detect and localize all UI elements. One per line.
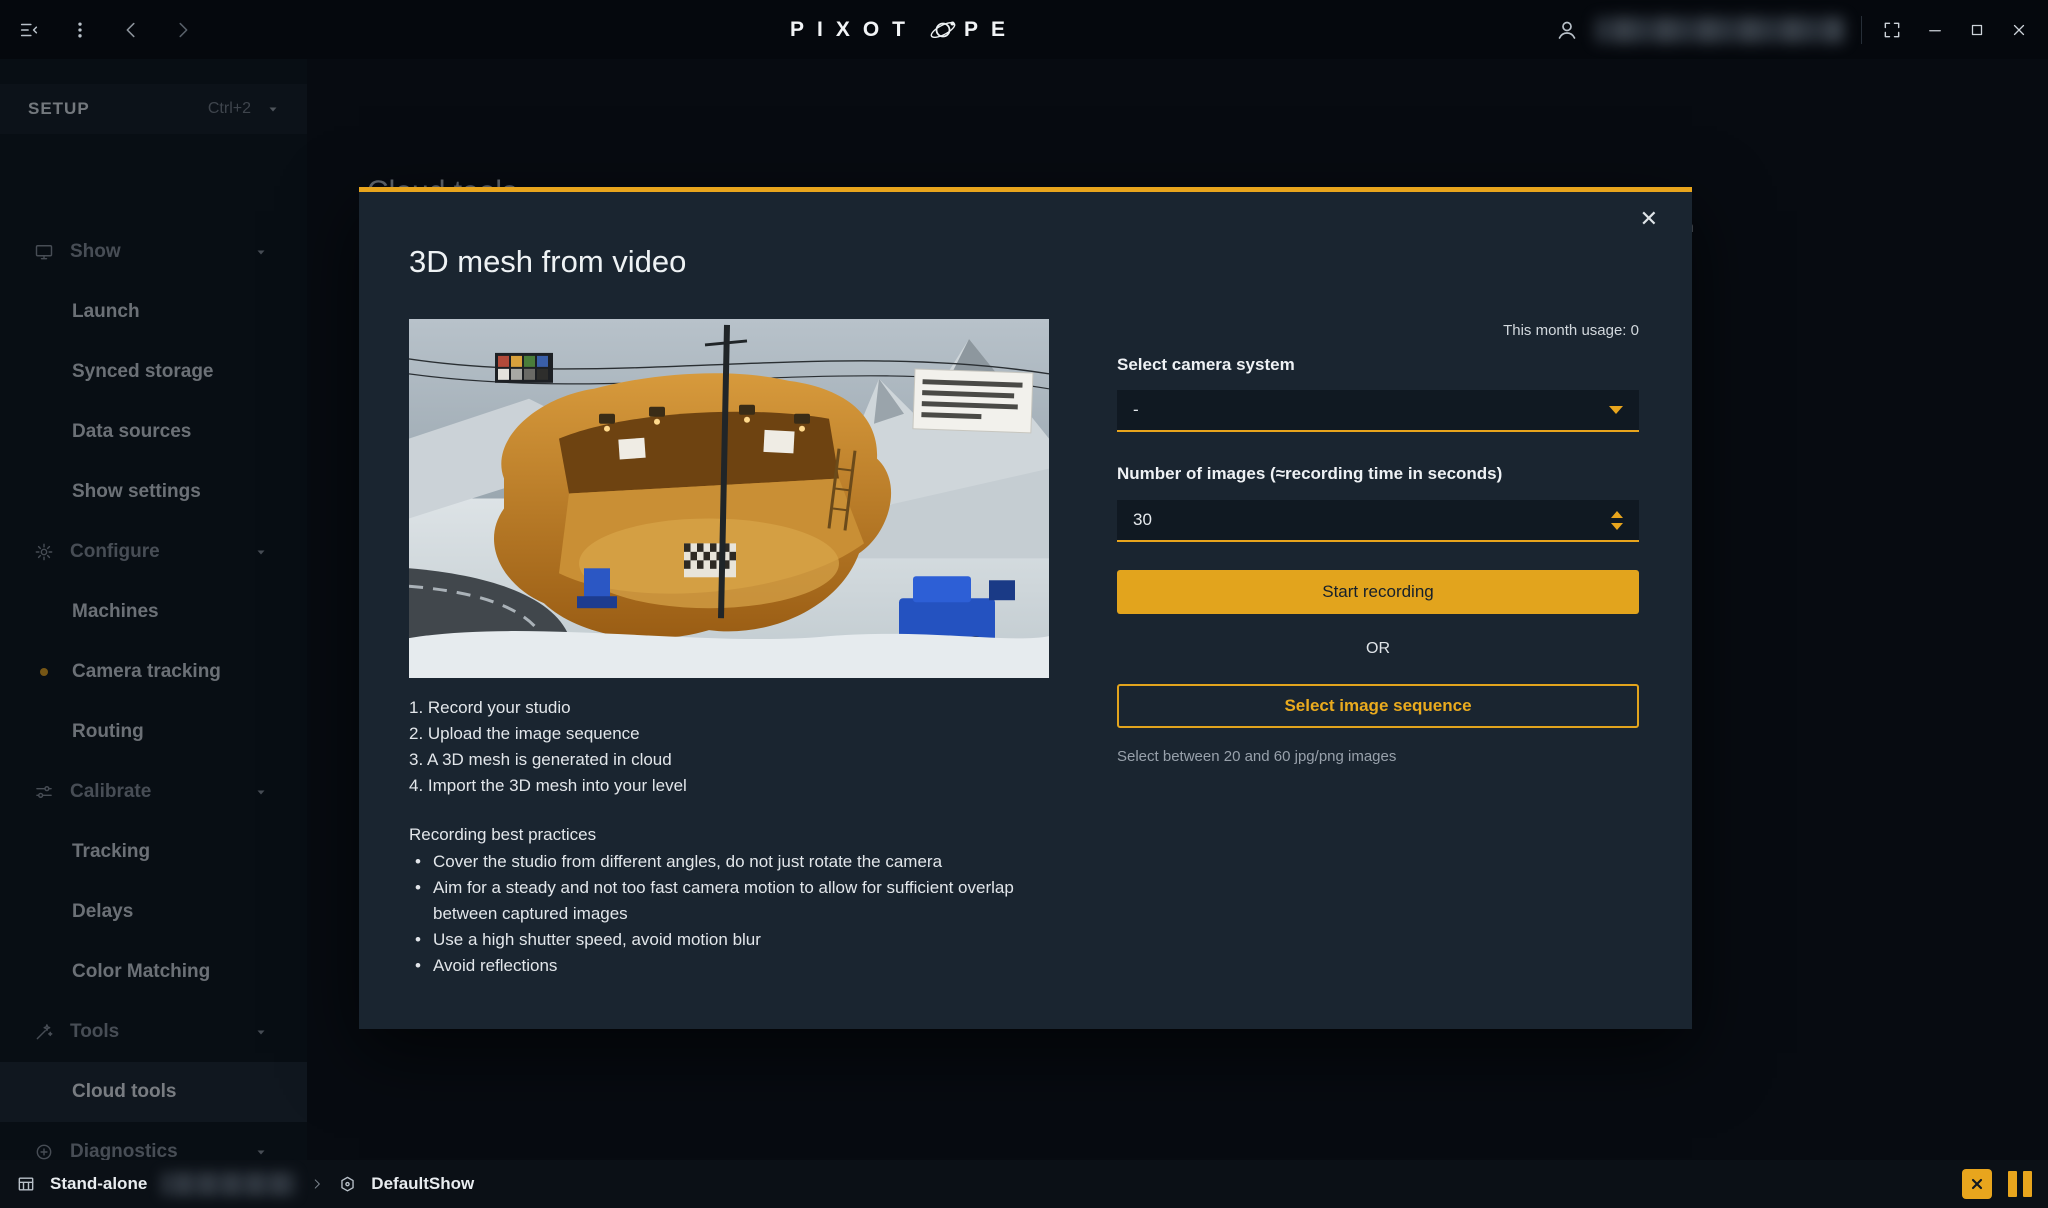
- or-separator: OR: [1117, 640, 1639, 658]
- studio-scan-image: [409, 319, 1049, 678]
- best-practices-list: Cover the studio from different angles, …: [409, 849, 1059, 979]
- kebab-menu-icon[interactable]: [70, 20, 90, 40]
- pixotope-window: PIXOT PE: [0, 0, 2048, 1208]
- camera-system-label: Select camera system: [1117, 355, 1295, 375]
- user-account-icon[interactable]: [1555, 18, 1579, 42]
- num-images-label: Number of images (≈recording time in sec…: [1117, 464, 1502, 484]
- statusbar: Stand-alone DefaultShow: [0, 1160, 2048, 1208]
- modal-right-column: This month usage: 0 Select camera system…: [1117, 192, 1639, 1029]
- step-item: 2. Upload the image sequence: [409, 721, 687, 747]
- stop-output-button[interactable]: [1962, 1169, 1992, 1199]
- best-practice-item: Cover the studio from different angles, …: [409, 849, 1059, 875]
- blurred-session-name: [161, 1172, 296, 1196]
- stepper-up-icon[interactable]: [1611, 511, 1623, 518]
- atom-icon: [928, 15, 958, 45]
- start-recording-button[interactable]: Start recording: [1117, 570, 1639, 614]
- num-images-field: [1117, 500, 1639, 542]
- close-icon[interactable]: ✕: [1640, 208, 1658, 230]
- collapse-sidebar-icon[interactable]: [18, 19, 40, 41]
- usage-label: This month usage: 0: [1117, 322, 1639, 339]
- titlebar-divider: [1861, 16, 1862, 44]
- logo-text-left: PIXOT: [790, 18, 918, 42]
- maximize-icon[interactable]: [1964, 17, 1990, 43]
- logo-text-right: PE: [964, 18, 1018, 42]
- best-practice-item: Avoid reflections: [409, 953, 1059, 979]
- fullscreen-icon[interactable]: [1878, 16, 1906, 44]
- number-stepper[interactable]: [1607, 507, 1627, 534]
- camera-system-select[interactable]: -: [1117, 390, 1639, 432]
- back-arrow-icon[interactable]: [120, 19, 142, 41]
- 3d-mesh-modal: ✕ 3D mesh from video: [359, 187, 1692, 1029]
- step-item: 1. Record your studio: [409, 695, 687, 721]
- mode-label: Stand-alone: [50, 1174, 147, 1194]
- camera-system-value: -: [1133, 400, 1139, 420]
- workflow-steps: 1. Record your studio 2. Upload the imag…: [409, 695, 687, 799]
- titlebar: PIXOT PE: [0, 0, 2048, 59]
- blurred-username: [1595, 17, 1845, 43]
- chevron-down-icon: [1609, 406, 1623, 414]
- grid-icon[interactable]: [16, 1174, 36, 1194]
- current-show-label[interactable]: DefaultShow: [371, 1174, 474, 1194]
- pause-button[interactable]: [2008, 1171, 2032, 1197]
- chevron-right-icon: [310, 1177, 324, 1191]
- best-practices-title: Recording best practices: [409, 822, 596, 848]
- close-window-icon[interactable]: [2006, 17, 2032, 43]
- modal-title: 3D mesh from video: [409, 244, 686, 280]
- step-item: 3. A 3D mesh is generated in cloud: [409, 747, 687, 773]
- stepper-down-icon[interactable]: [1611, 523, 1623, 530]
- pixotope-logo: PIXOT PE: [790, 0, 1018, 59]
- best-practice-item: Aim for a steady and not too fast camera…: [409, 875, 1059, 927]
- show-hexagon-icon: [338, 1175, 357, 1194]
- minimize-icon[interactable]: [1922, 17, 1948, 43]
- best-practice-item: Use a high shutter speed, avoid motion b…: [409, 927, 1059, 953]
- step-item: 4. Import the 3D mesh into your level: [409, 773, 687, 799]
- num-images-input[interactable]: [1133, 510, 1607, 530]
- select-sequence-hint: Select between 20 and 60 jpg/png images: [1117, 748, 1396, 765]
- forward-arrow-icon[interactable]: [172, 19, 194, 41]
- select-image-sequence-button[interactable]: Select image sequence: [1117, 684, 1639, 728]
